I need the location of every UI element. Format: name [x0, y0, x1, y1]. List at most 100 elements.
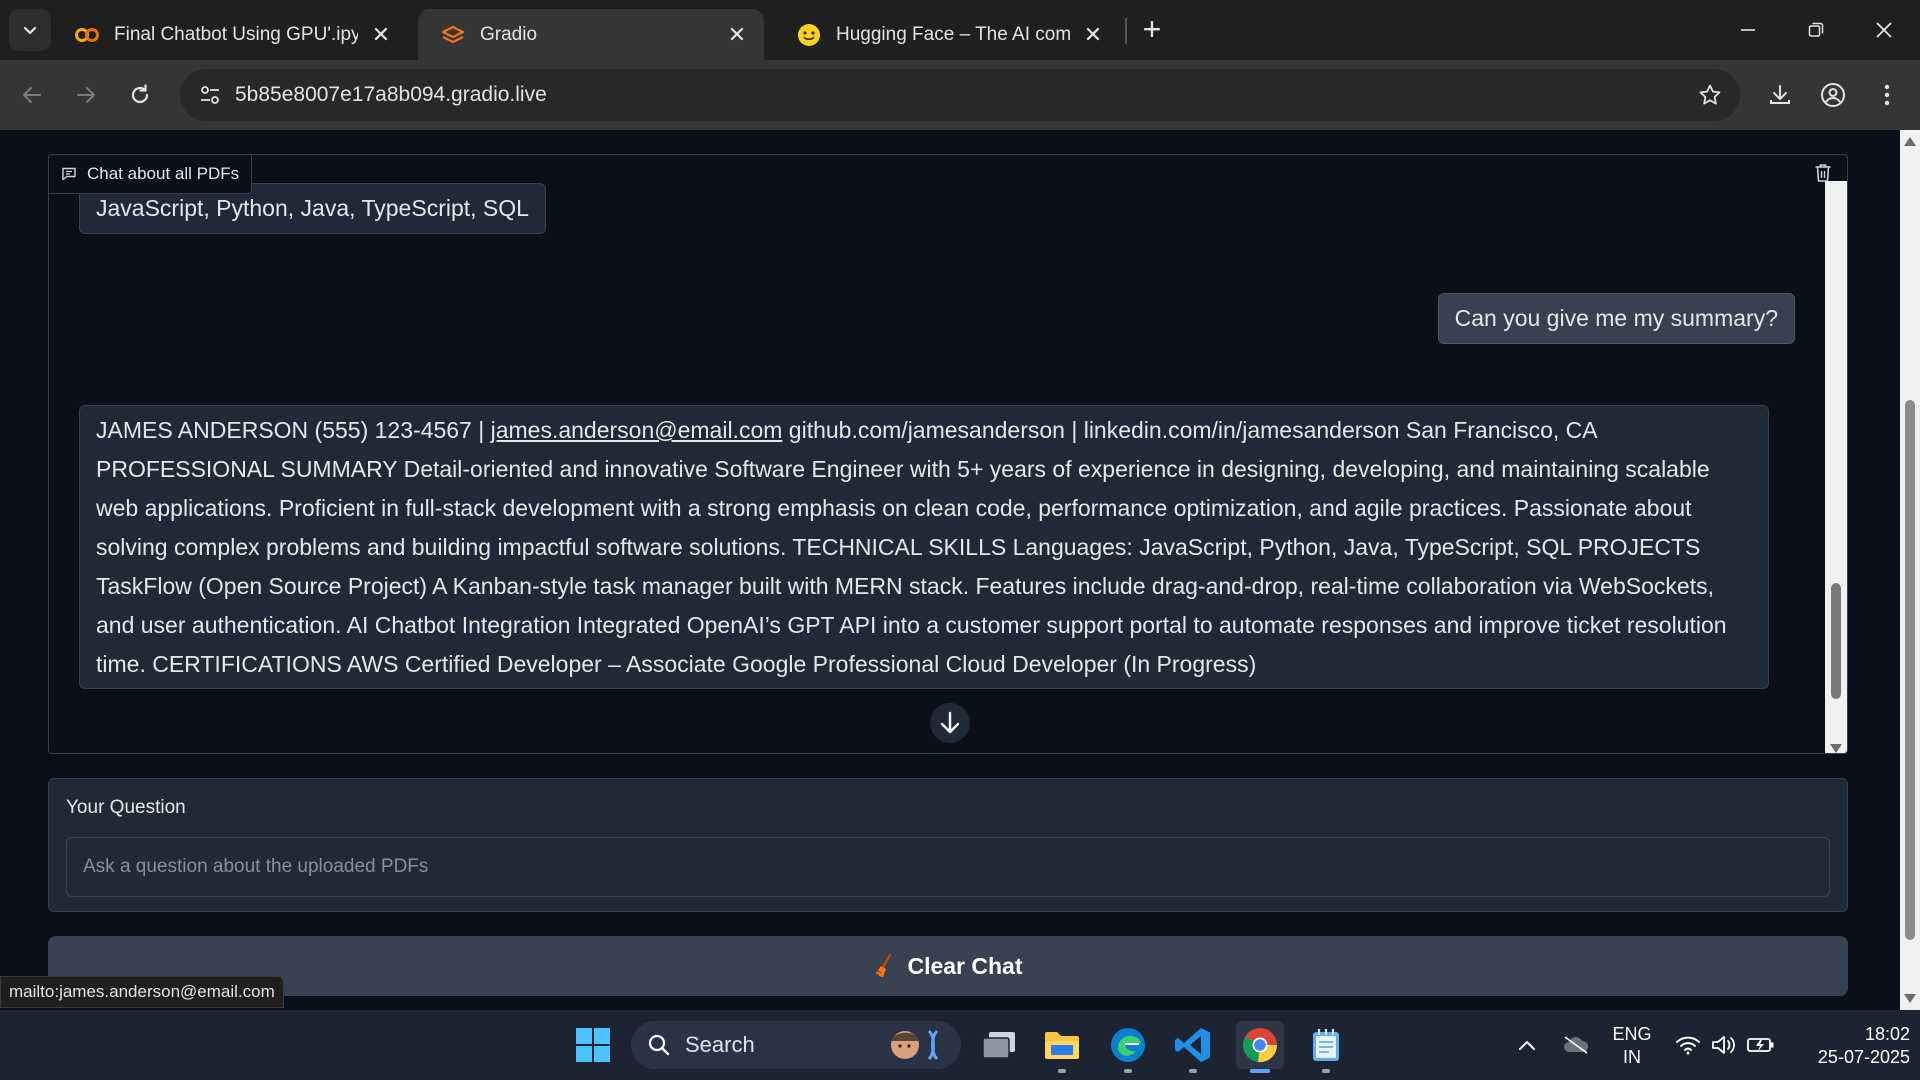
message-text: JavaScript, Python, Java, TypeScript, SQ… [96, 195, 529, 221]
close-icon[interactable]: ✕ [724, 22, 750, 48]
search-icon [648, 1034, 670, 1056]
tab-search-button[interactable] [9, 9, 51, 51]
show-hidden-icons[interactable] [1512, 1010, 1542, 1080]
page-scrollbar[interactable] [1900, 130, 1920, 1010]
question-block: Your Question [48, 778, 1848, 912]
colab-icon [74, 22, 100, 48]
onedrive-tray[interactable] [1560, 1010, 1592, 1080]
notepad-icon [1313, 1029, 1339, 1061]
restore-button[interactable] [1782, 0, 1850, 60]
taskbar-edge[interactable] [1104, 1021, 1152, 1073]
close-window-button[interactable] [1850, 0, 1918, 60]
tab-gradio[interactable]: Gradio ✕ [418, 9, 764, 60]
chevron-up-icon [1519, 1041, 1535, 1050]
reload-icon [131, 84, 149, 104]
taskbar-search-label: Search [685, 1032, 755, 1057]
clear-chat-icon-button[interactable] [1807, 157, 1839, 189]
close-icon[interactable]: ✕ [1080, 22, 1106, 48]
chat-scroll-down-arrow[interactable] [1830, 744, 1842, 753]
question-input[interactable] [66, 837, 1830, 897]
battery-charging-icon [1747, 1038, 1774, 1052]
tab-colab[interactable]: Final Chatbot Using GPU'.ipynb ✕ [52, 9, 408, 60]
message-text-start: JAMES ANDERSON (555) 123-4567 | [96, 417, 491, 443]
running-indicator [1189, 1069, 1197, 1073]
bot-message: JAMES ANDERSON (555) 123-4567 | james.an… [79, 405, 1769, 689]
message-text-rest: github.com/jamesanderson | linkedin.com/… [96, 417, 1727, 677]
kebab-menu-icon [1884, 84, 1890, 106]
chatbot-panel[interactable]: Chat about all PDFs JavaScript, Python, … [48, 154, 1848, 754]
wifi-tray[interactable] [1672, 1010, 1704, 1080]
chatbot-label: Chat about all PDFs [49, 155, 253, 194]
question-label: Your Question [66, 797, 186, 818]
browser-toolbar: 5b85e8007e17a8b094.gradio.live [0, 60, 1920, 130]
close-icon[interactable]: ✕ [368, 22, 394, 48]
tab-title: Gradio [480, 23, 538, 45]
status-url: mailto:james.anderson@email.com [9, 982, 275, 1001]
tab-title: Final Chatbot Using GPU'.ipynb [114, 23, 358, 45]
clock-date: 25-07-2025 [1817, 1047, 1910, 1067]
downloads-button[interactable] [1761, 76, 1799, 114]
chat-icon [62, 167, 76, 181]
profile-icon [1821, 83, 1845, 107]
chat-scrollbar[interactable] [1825, 181, 1847, 753]
page-scrollbar-thumb[interactable] [1905, 400, 1915, 940]
profile-button[interactable] [1814, 76, 1852, 114]
arrow-right-icon [77, 87, 95, 103]
clock-time: 18:02 [1864, 1024, 1910, 1044]
start-button[interactable] [569, 1021, 617, 1069]
new-tab-button[interactable]: + [1138, 12, 1166, 48]
chrome-icon [1243, 1028, 1278, 1063]
close-icon [1876, 22, 1892, 38]
scroll-to-bottom-button[interactable] [930, 703, 970, 743]
taskbar-chrome[interactable] [1236, 1021, 1284, 1073]
browser-menu-button[interactable] [1868, 76, 1906, 114]
taskbar-search[interactable]: Search [631, 1021, 961, 1069]
user-message: Can you give me my summary? [1437, 293, 1795, 344]
arrow-down-icon [940, 711, 960, 734]
taskbar-task-view[interactable] [975, 1021, 1023, 1069]
tab-separator [1125, 18, 1127, 44]
wifi-icon [1676, 1036, 1700, 1055]
tab-huggingface[interactable]: Hugging Face – The AI commu ✕ [774, 9, 1120, 60]
running-indicator [1058, 1069, 1066, 1073]
windows-icon [576, 1028, 610, 1062]
trash-icon [1815, 164, 1831, 182]
chat-scrollbar-thumb[interactable] [1831, 583, 1841, 699]
search-highlight-icon [891, 1029, 939, 1061]
minimize-button[interactable] [1714, 0, 1782, 60]
battery-tray[interactable] [1744, 1010, 1778, 1080]
url-text: 5b85e8007e17a8b094.gradio.live [235, 83, 547, 106]
region-code: IN [1623, 1047, 1641, 1067]
page-scroll-down-arrow[interactable] [1904, 994, 1916, 1003]
taskbar: Search ENG IN 18:02 25-07-2025 [0, 1010, 1920, 1080]
gradio-icon [440, 22, 466, 48]
browser-tab-strip: Final Chatbot Using GPU'.ipynb ✕ Gradio … [0, 0, 1920, 60]
taskbar-notepad[interactable] [1302, 1021, 1350, 1073]
clear-chat-button[interactable]: Clear Chat [48, 936, 1848, 996]
taskbar-file-explorer[interactable] [1038, 1021, 1086, 1073]
page-scroll-up-arrow[interactable] [1904, 137, 1916, 146]
tab-title: Hugging Face – The AI commu [836, 23, 1070, 45]
clear-chat-label: Clear Chat [907, 952, 1023, 979]
taskbar-clock[interactable]: 18:02 25-07-2025 [1790, 1023, 1910, 1069]
vscode-icon [1175, 1028, 1210, 1062]
task-view-icon [982, 1032, 1015, 1059]
site-settings-icon[interactable] [194, 79, 226, 111]
bookmark-star-icon[interactable] [1696, 81, 1724, 109]
running-indicator [1124, 1069, 1132, 1073]
minimize-icon [1741, 29, 1755, 31]
running-indicator [1322, 1069, 1330, 1073]
volume-tray[interactable] [1708, 1010, 1740, 1080]
taskbar-vscode[interactable] [1169, 1021, 1217, 1073]
arrow-left-icon [23, 87, 41, 103]
email-link[interactable]: james.anderson@email.com [491, 417, 783, 443]
download-icon [1770, 85, 1790, 104]
reload-button[interactable] [118, 73, 162, 117]
input-language[interactable]: ENG IN [1600, 1023, 1664, 1069]
address-bar[interactable]: 5b85e8007e17a8b094.gradio.live [180, 69, 1740, 121]
forward-button[interactable] [64, 73, 108, 117]
huggingface-icon [796, 22, 822, 48]
back-button[interactable] [10, 73, 54, 117]
gradio-page: Chat about all PDFs JavaScript, Python, … [0, 130, 1900, 1010]
cloud-offline-icon [1564, 1036, 1589, 1054]
